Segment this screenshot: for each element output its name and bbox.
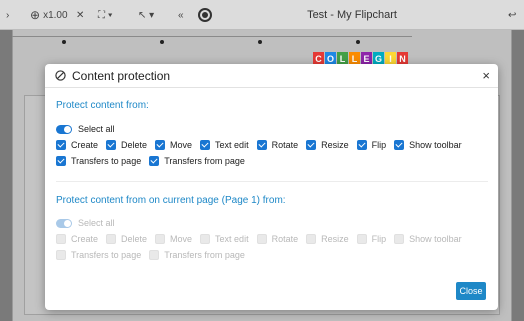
option-show-toolbar[interactable]: Show toolbar	[394, 140, 462, 150]
menu-icon[interactable]: ↩	[508, 7, 516, 23]
checkbox-label: Resize	[321, 140, 349, 150]
options-row: Transfers to page Transfers from page	[56, 156, 253, 166]
checkbox-label: Show toolbar	[409, 140, 462, 150]
checkbox	[394, 234, 405, 244]
option-text-edit[interactable]: Text edit	[200, 140, 249, 150]
close-icon[interactable]: ×	[482, 69, 490, 83]
option-rotate: Rotate	[256, 234, 299, 244]
checkbox-label: Rotate	[271, 140, 299, 150]
checkbox-label: Resize	[321, 234, 349, 244]
checkbox	[306, 234, 317, 244]
checkbox-label: Transfers from page	[164, 250, 245, 260]
checkbox-label: Transfers to page	[71, 156, 142, 166]
divider	[56, 181, 488, 182]
option-delete: Delete	[106, 234, 147, 244]
ruler-marker	[258, 40, 262, 44]
checkbox	[200, 234, 211, 244]
checkbox-label: Flip	[371, 234, 387, 244]
option-flip: Flip	[356, 234, 387, 244]
checkbox	[256, 234, 267, 244]
toolbar: › ⊕ x1.00 ✕ ⛶ ▾ ↖ ▾ « Test - My Flipchar…	[0, 0, 524, 30]
option-flip[interactable]: Flip	[356, 140, 387, 150]
option-rotate[interactable]: Rotate	[256, 140, 299, 150]
checkbox[interactable]	[149, 156, 160, 166]
select-all-toggle[interactable]: Select all	[56, 124, 115, 134]
ruler-marker	[160, 40, 164, 44]
options-row: Create Delete Move Text edit Rotate Resize Fli…	[56, 234, 470, 244]
checkbox	[155, 234, 166, 244]
checkbox-label: Rotate	[271, 234, 299, 244]
dialog-title: Content protection	[72, 68, 171, 83]
checkbox[interactable]	[56, 140, 66, 150]
section-heading-all: Protect content from:	[56, 100, 149, 111]
close-button[interactable]: Close	[456, 282, 486, 300]
checkbox-label: Transfers from page	[164, 156, 245, 166]
ruler-marker	[356, 40, 360, 44]
checkbox-label: Move	[170, 234, 193, 244]
checkbox	[106, 234, 117, 244]
checkbox[interactable]	[106, 140, 117, 150]
checkbox-label: Delete	[121, 234, 148, 244]
checkbox	[56, 234, 66, 244]
checkbox-label: Transfers to page	[71, 250, 142, 260]
content-protection-dialog: Content protection × Protect content fro…	[45, 64, 498, 310]
checkbox[interactable]	[200, 140, 211, 150]
option-resize: Resize	[306, 234, 349, 244]
option-resize[interactable]: Resize	[306, 140, 349, 150]
option-create: Create	[56, 234, 98, 244]
checkbox-label: Move	[170, 140, 193, 150]
checkbox[interactable]	[155, 140, 166, 150]
checkbox-label: Text edit	[215, 234, 249, 244]
checkbox-label: Create	[71, 234, 99, 244]
checkbox[interactable]	[356, 140, 367, 150]
app-title: Test - My Flipchart	[307, 9, 397, 21]
checkbox[interactable]	[56, 156, 66, 166]
option-move: Move	[155, 234, 192, 244]
option-transfers-from-page[interactable]: Transfers from page	[149, 156, 245, 166]
checkbox-label: Text edit	[215, 140, 249, 150]
checkbox-label: Flip	[371, 140, 387, 150]
checkbox	[149, 250, 160, 260]
option-transfers-to-page: Transfers to page	[56, 250, 141, 260]
options-row: Transfers to page Transfers from page	[56, 250, 253, 260]
checkbox-label: Show toolbar	[409, 234, 462, 244]
section-heading-page: Protect content from on current page (Pa…	[56, 195, 286, 206]
option-delete[interactable]: Delete	[106, 140, 147, 150]
checkbox[interactable]	[256, 140, 267, 150]
toggle-switch[interactable]	[56, 124, 72, 134]
options-row: Create Delete Move Text edit Rotate Resize Fli…	[56, 140, 470, 150]
checkbox	[56, 250, 66, 260]
ruler-marker	[62, 40, 66, 44]
toggle-switch	[56, 218, 72, 228]
select-all-toggle-disabled: Select all	[56, 218, 115, 228]
checkbox[interactable]	[394, 140, 405, 150]
select-all-label: Select all	[78, 124, 115, 134]
option-move[interactable]: Move	[155, 140, 192, 150]
dialog-header: Content protection ×	[45, 64, 498, 88]
option-transfers-from-page: Transfers from page	[149, 250, 245, 260]
checkbox-label: Create	[71, 140, 99, 150]
option-text-edit: Text edit	[200, 234, 249, 244]
checkbox[interactable]	[306, 140, 317, 150]
option-transfers-to-page[interactable]: Transfers to page	[56, 156, 141, 166]
option-create[interactable]: Create	[56, 140, 98, 150]
option-show-toolbar: Show toolbar	[394, 234, 462, 244]
checkbox-label: Delete	[121, 140, 148, 150]
select-all-label: Select all	[78, 218, 115, 228]
ruler	[12, 36, 412, 50]
prohibited-icon	[55, 70, 66, 81]
checkbox	[356, 234, 367, 244]
